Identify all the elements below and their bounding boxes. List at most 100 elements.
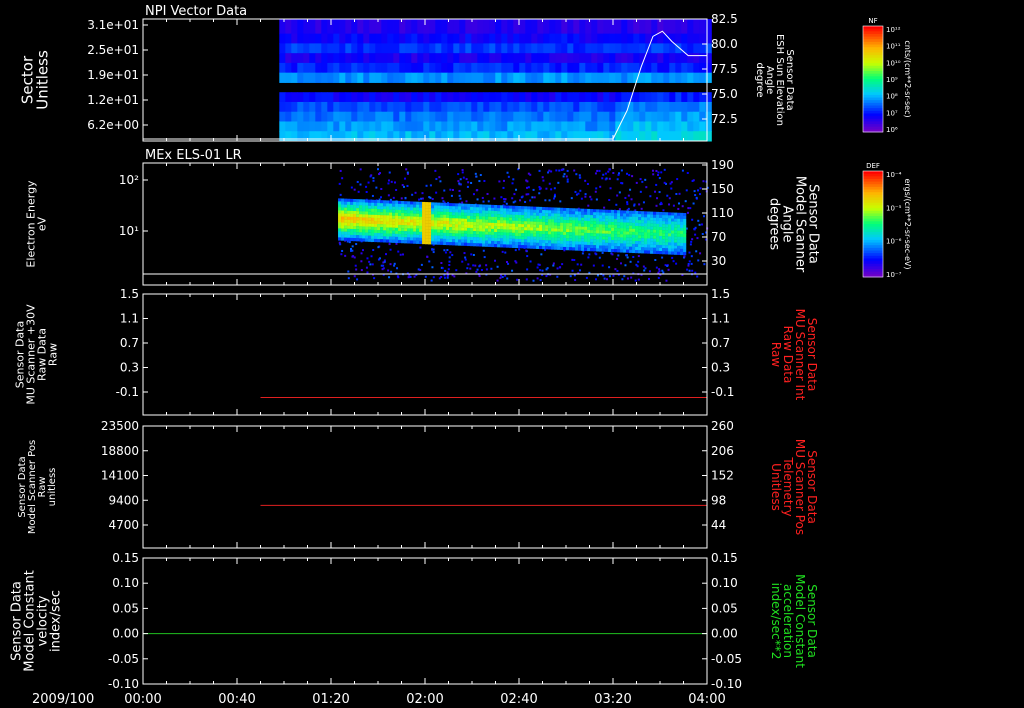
heatmap-cell <box>455 203 459 207</box>
heatmap-cell <box>443 229 447 234</box>
heatmap-cell <box>536 206 540 210</box>
heatmap-cell <box>353 199 357 203</box>
heatmap-cell <box>587 214 591 219</box>
heatmap-cell <box>563 243 567 248</box>
panel-2: MEx ELS-01 LR10²10¹1901501107030Electron… <box>25 148 912 286</box>
speckle <box>544 199 547 202</box>
heatmap-cell <box>285 43 292 54</box>
heatmap-cell <box>651 53 658 64</box>
speckle <box>401 184 404 187</box>
heatmap-cell <box>393 111 400 122</box>
heatmap-cell <box>581 208 585 212</box>
speckle <box>630 276 633 279</box>
heatmap-cell <box>638 235 642 239</box>
heatmap-cell <box>428 229 432 233</box>
heatmap-cell <box>675 92 682 103</box>
heatmap-cell <box>677 233 681 237</box>
heatmap-cell <box>315 92 322 103</box>
heatmap-cell <box>621 62 628 74</box>
heatmap-cell <box>638 232 642 236</box>
heatmap-cell <box>383 239 387 243</box>
heatmap-cell <box>573 92 580 103</box>
heatmap-cell <box>527 242 531 246</box>
heatmap-cell <box>321 101 328 113</box>
heatmap-cell <box>401 210 405 214</box>
heatmap-cell <box>635 249 639 254</box>
heatmap-cell <box>297 121 304 132</box>
heatmap-cell <box>537 53 544 64</box>
heatmap-cell <box>350 198 354 203</box>
speckle <box>555 169 558 172</box>
heatmap-cell <box>509 244 513 248</box>
heatmap-cell <box>387 62 394 74</box>
heatmap-cell <box>507 53 514 64</box>
heatmap-cell <box>422 207 426 212</box>
heatmap-cell <box>560 240 564 244</box>
heatmap-cell <box>533 227 537 231</box>
heatmap-cell <box>449 221 453 225</box>
heatmap-cell <box>452 239 456 243</box>
heatmap-cell <box>374 223 378 228</box>
heatmap-cell <box>687 101 694 113</box>
heatmap-cell <box>495 121 502 132</box>
heatmap-cell <box>653 232 657 236</box>
heatmap-cell <box>555 62 562 74</box>
heatmap-cell <box>341 201 345 205</box>
heatmap-cell <box>485 231 489 235</box>
heatmap-cell <box>410 204 414 208</box>
heatmap-cell <box>587 208 591 213</box>
speckle <box>444 269 447 272</box>
speckle <box>511 197 514 200</box>
heatmap-cell <box>419 234 423 239</box>
heatmap-cell <box>639 33 646 44</box>
heatmap-cell <box>681 19 688 35</box>
heatmap-cell <box>518 230 522 234</box>
heatmap-cell <box>567 53 574 64</box>
heatmap-cell <box>543 101 550 113</box>
heatmap-cell <box>620 213 624 217</box>
heatmap-cell <box>615 111 622 122</box>
heatmap-cell <box>581 247 585 251</box>
heatmap-cell <box>614 213 618 217</box>
heatmap-cell <box>524 212 528 216</box>
heatmap-cell <box>578 244 582 248</box>
speckle <box>581 252 584 255</box>
y-tick-label: 1.2e+01 <box>87 93 139 107</box>
heatmap-cell <box>369 131 376 142</box>
y-tick-label-right: 0.05 <box>711 601 738 615</box>
heatmap-cell <box>347 225 351 229</box>
heatmap-cell <box>611 245 615 250</box>
heatmap-cell <box>543 53 550 64</box>
heatmap-cell <box>584 247 588 252</box>
heatmap-cell <box>491 204 495 209</box>
y-tick-label: 0.05 <box>112 601 139 615</box>
heatmap-cell <box>471 33 478 44</box>
heatmap-cell <box>452 209 456 213</box>
heatmap-cell <box>477 19 484 35</box>
speckle <box>703 215 706 218</box>
heatmap-cell <box>687 62 694 74</box>
speckle <box>677 202 680 205</box>
heatmap-cell <box>680 233 684 238</box>
heatmap-cell <box>549 131 556 142</box>
heatmap-cell <box>527 215 531 219</box>
heatmap-cell <box>567 92 574 103</box>
heatmap-cell <box>291 111 298 122</box>
heatmap-cell <box>440 217 444 221</box>
heatmap-cell <box>567 62 574 74</box>
heatmap-cell <box>393 101 400 113</box>
heatmap-cell <box>585 121 592 132</box>
heatmap-cell <box>309 33 316 44</box>
heatmap-cell <box>383 212 387 216</box>
heatmap-cell <box>356 208 360 212</box>
heatmap-cell <box>347 210 351 214</box>
heatmap-cell <box>443 202 447 207</box>
heatmap-cell <box>473 219 477 223</box>
speckle <box>676 178 679 181</box>
heatmap-cell <box>497 229 501 233</box>
heatmap-cell <box>356 229 360 233</box>
heatmap-cell <box>533 221 537 225</box>
heatmap-cell <box>459 53 466 64</box>
heatmap-cell <box>531 19 538 35</box>
heatmap-cell <box>626 237 630 241</box>
